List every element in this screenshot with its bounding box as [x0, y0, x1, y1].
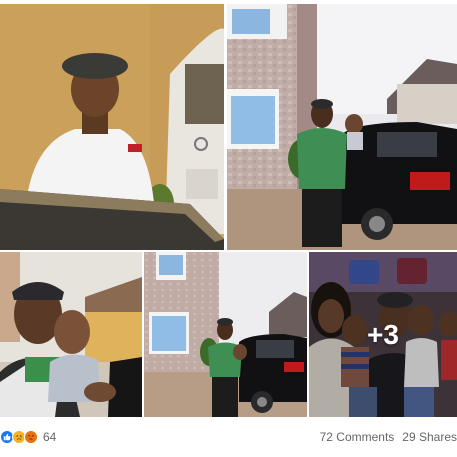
engagement-counts: 72 Comments 29 Shares — [320, 430, 457, 444]
angry-icon — [24, 430, 38, 444]
post-photo-2[interactable] — [227, 4, 457, 250]
post-photo-1[interactable] — [0, 4, 224, 250]
photo-man-with-car — [0, 4, 224, 250]
post-footer: 64 72 Comments 29 Shares — [0, 426, 457, 448]
post-photo-4[interactable] — [144, 252, 307, 417]
more-photos-count: +3 — [367, 318, 399, 350]
reactions-summary[interactable]: 64 — [0, 430, 56, 444]
shares-count-link[interactable]: 29 Shares — [402, 430, 457, 444]
comments-count-link[interactable]: 72 Comments — [320, 430, 395, 444]
photo-man-baby-selfie — [0, 252, 142, 417]
photo-man-baby-car — [144, 252, 307, 417]
post-photo-5[interactable]: +3 — [309, 252, 457, 417]
photo-man-baby-house — [227, 4, 457, 250]
post-photo-3[interactable] — [0, 252, 142, 417]
reaction-count: 64 — [43, 430, 57, 444]
more-photos-overlay[interactable]: +3 — [309, 252, 457, 417]
